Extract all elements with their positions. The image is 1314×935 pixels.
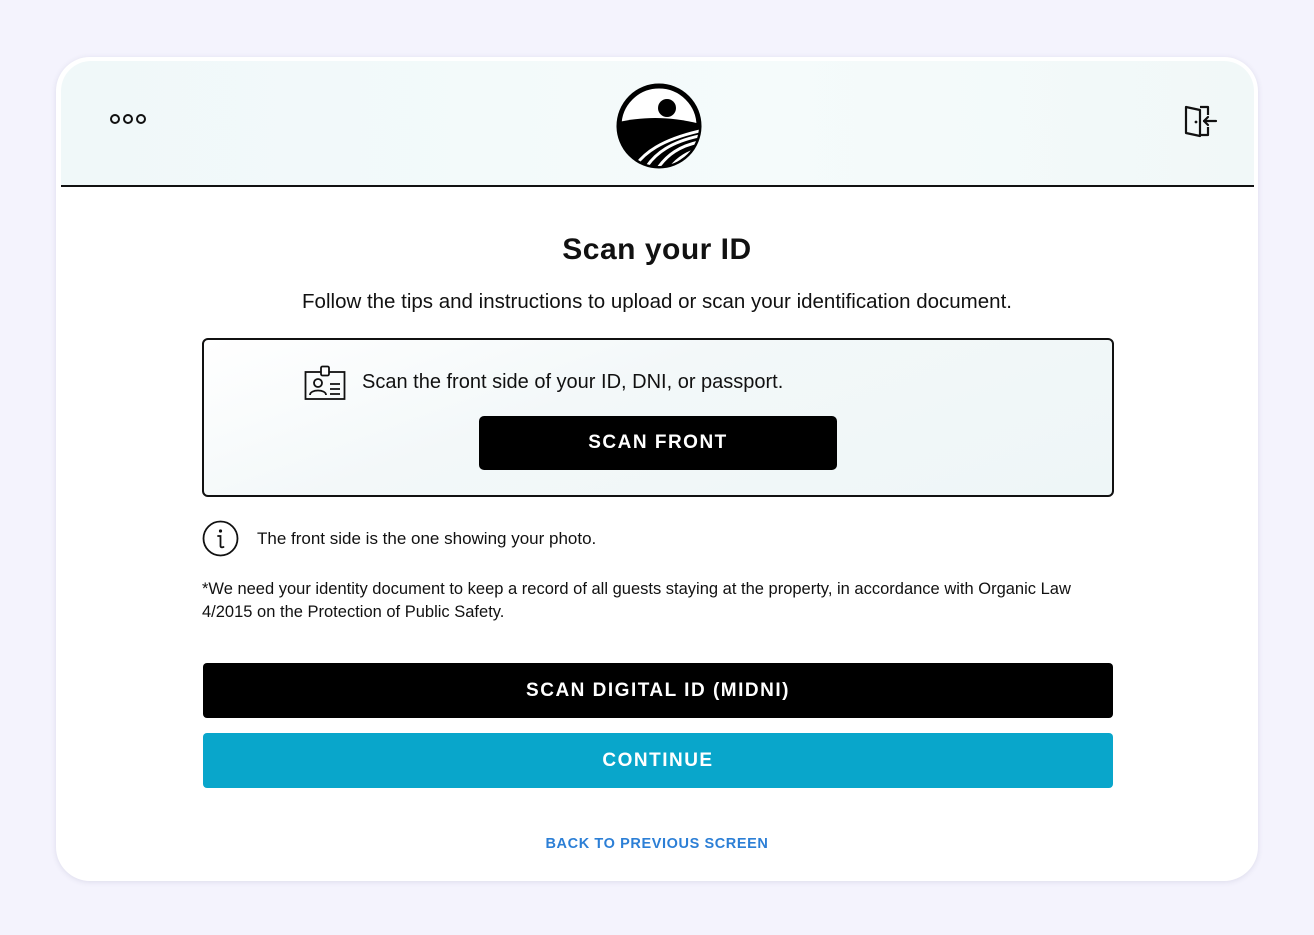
dot xyxy=(136,114,146,124)
scan-digital-id-button[interactable]: SCAN DIGITAL ID (MIDNI) xyxy=(203,663,1113,718)
dot xyxy=(123,114,133,124)
info-circle-icon xyxy=(202,520,239,556)
page-subtitle: Follow the tips and instructions to uplo… xyxy=(302,290,1012,313)
header-bar xyxy=(61,61,1254,187)
page-title: Scan your ID xyxy=(562,233,752,266)
more-dots-icon[interactable] xyxy=(110,111,150,127)
scan-front-button[interactable]: SCAN FRONT xyxy=(479,416,837,470)
id-card-icon xyxy=(304,365,346,400)
continue-button[interactable]: CONTINUE xyxy=(203,733,1113,788)
info-tip: The front side is the one showing your p… xyxy=(202,519,596,557)
scan-front-panel: Scan the front side of your ID, DNI, or … xyxy=(202,338,1114,497)
sunset-field-logo xyxy=(616,83,702,169)
logout-door-icon[interactable] xyxy=(1182,103,1218,139)
dot xyxy=(110,114,120,124)
checkin-card: Scan your ID Follow the tips and instruc… xyxy=(56,57,1258,881)
info-text: The front side is the one showing your p… xyxy=(257,529,597,548)
scan-instruction-text: Scan the front side of your ID, DNI, or … xyxy=(362,371,784,393)
legal-note: *We need your identity document to keep … xyxy=(202,580,1071,621)
back-to-previous-link[interactable]: BACK TO PREVIOUS SCREEN xyxy=(56,836,1258,852)
